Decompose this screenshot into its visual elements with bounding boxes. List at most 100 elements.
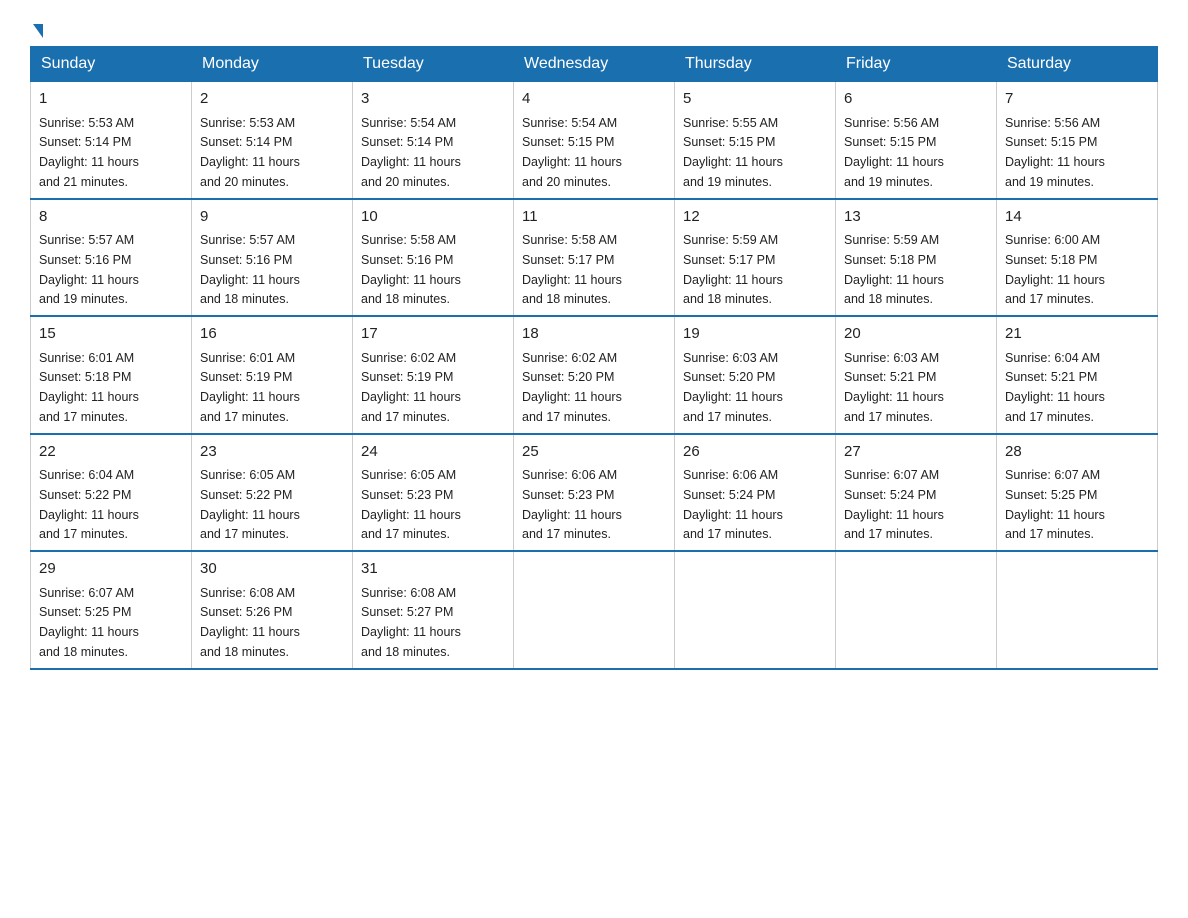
calendar-cell: 3 Sunrise: 5:54 AMSunset: 5:14 PMDayligh… bbox=[353, 82, 514, 199]
calendar-cell: 27 Sunrise: 6:07 AMSunset: 5:24 PMDaylig… bbox=[836, 434, 997, 552]
day-number: 5 bbox=[683, 88, 827, 111]
day-number: 9 bbox=[200, 206, 344, 229]
header-day-saturday: Saturday bbox=[997, 47, 1158, 82]
day-info: Sunrise: 5:58 AMSunset: 5:16 PMDaylight:… bbox=[361, 233, 461, 306]
day-info: Sunrise: 6:02 AMSunset: 5:20 PMDaylight:… bbox=[522, 351, 622, 424]
header-day-tuesday: Tuesday bbox=[353, 47, 514, 82]
week-row-4: 22 Sunrise: 6:04 AMSunset: 5:22 PMDaylig… bbox=[31, 434, 1158, 552]
calendar-cell: 11 Sunrise: 5:58 AMSunset: 5:17 PMDaylig… bbox=[514, 199, 675, 317]
day-number: 12 bbox=[683, 206, 827, 229]
calendar-cell: 19 Sunrise: 6:03 AMSunset: 5:20 PMDaylig… bbox=[675, 316, 836, 434]
day-number: 8 bbox=[39, 206, 183, 229]
day-number: 21 bbox=[1005, 323, 1149, 346]
calendar-cell: 25 Sunrise: 6:06 AMSunset: 5:23 PMDaylig… bbox=[514, 434, 675, 552]
day-info: Sunrise: 5:59 AMSunset: 5:18 PMDaylight:… bbox=[844, 233, 944, 306]
week-row-3: 15 Sunrise: 6:01 AMSunset: 5:18 PMDaylig… bbox=[31, 316, 1158, 434]
calendar-cell: 30 Sunrise: 6:08 AMSunset: 5:26 PMDaylig… bbox=[192, 551, 353, 669]
calendar-cell: 23 Sunrise: 6:05 AMSunset: 5:22 PMDaylig… bbox=[192, 434, 353, 552]
day-number: 19 bbox=[683, 323, 827, 346]
day-info: Sunrise: 6:01 AMSunset: 5:18 PMDaylight:… bbox=[39, 351, 139, 424]
day-info: Sunrise: 6:06 AMSunset: 5:24 PMDaylight:… bbox=[683, 468, 783, 541]
day-info: Sunrise: 6:05 AMSunset: 5:23 PMDaylight:… bbox=[361, 468, 461, 541]
day-info: Sunrise: 6:07 AMSunset: 5:24 PMDaylight:… bbox=[844, 468, 944, 541]
calendar-cell: 9 Sunrise: 5:57 AMSunset: 5:16 PMDayligh… bbox=[192, 199, 353, 317]
day-info: Sunrise: 5:54 AMSunset: 5:15 PMDaylight:… bbox=[522, 116, 622, 189]
calendar-cell: 26 Sunrise: 6:06 AMSunset: 5:24 PMDaylig… bbox=[675, 434, 836, 552]
calendar-cell: 31 Sunrise: 6:08 AMSunset: 5:27 PMDaylig… bbox=[353, 551, 514, 669]
day-info: Sunrise: 5:53 AMSunset: 5:14 PMDaylight:… bbox=[39, 116, 139, 189]
day-number: 29 bbox=[39, 558, 183, 581]
day-info: Sunrise: 5:58 AMSunset: 5:17 PMDaylight:… bbox=[522, 233, 622, 306]
day-number: 1 bbox=[39, 88, 183, 111]
calendar-cell: 6 Sunrise: 5:56 AMSunset: 5:15 PMDayligh… bbox=[836, 82, 997, 199]
header-day-friday: Friday bbox=[836, 47, 997, 82]
day-number: 3 bbox=[361, 88, 505, 111]
calendar-cell: 22 Sunrise: 6:04 AMSunset: 5:22 PMDaylig… bbox=[31, 434, 192, 552]
calendar-cell: 17 Sunrise: 6:02 AMSunset: 5:19 PMDaylig… bbox=[353, 316, 514, 434]
calendar-cell: 15 Sunrise: 6:01 AMSunset: 5:18 PMDaylig… bbox=[31, 316, 192, 434]
day-info: Sunrise: 5:59 AMSunset: 5:17 PMDaylight:… bbox=[683, 233, 783, 306]
calendar-cell: 21 Sunrise: 6:04 AMSunset: 5:21 PMDaylig… bbox=[997, 316, 1158, 434]
calendar-cell: 29 Sunrise: 6:07 AMSunset: 5:25 PMDaylig… bbox=[31, 551, 192, 669]
day-info: Sunrise: 5:56 AMSunset: 5:15 PMDaylight:… bbox=[1005, 116, 1105, 189]
day-info: Sunrise: 5:53 AMSunset: 5:14 PMDaylight:… bbox=[200, 116, 300, 189]
day-info: Sunrise: 6:07 AMSunset: 5:25 PMDaylight:… bbox=[39, 586, 139, 659]
calendar-cell bbox=[997, 551, 1158, 669]
calendar-cell: 4 Sunrise: 5:54 AMSunset: 5:15 PMDayligh… bbox=[514, 82, 675, 199]
day-info: Sunrise: 5:55 AMSunset: 5:15 PMDaylight:… bbox=[683, 116, 783, 189]
day-info: Sunrise: 5:56 AMSunset: 5:15 PMDaylight:… bbox=[844, 116, 944, 189]
calendar-body: 1 Sunrise: 5:53 AMSunset: 5:14 PMDayligh… bbox=[31, 82, 1158, 669]
day-number: 18 bbox=[522, 323, 666, 346]
day-info: Sunrise: 5:57 AMSunset: 5:16 PMDaylight:… bbox=[200, 233, 300, 306]
day-info: Sunrise: 6:06 AMSunset: 5:23 PMDaylight:… bbox=[522, 468, 622, 541]
calendar-cell: 24 Sunrise: 6:05 AMSunset: 5:23 PMDaylig… bbox=[353, 434, 514, 552]
calendar-cell: 7 Sunrise: 5:56 AMSunset: 5:15 PMDayligh… bbox=[997, 82, 1158, 199]
day-number: 11 bbox=[522, 206, 666, 229]
calendar-cell: 5 Sunrise: 5:55 AMSunset: 5:15 PMDayligh… bbox=[675, 82, 836, 199]
day-info: Sunrise: 6:08 AMSunset: 5:27 PMDaylight:… bbox=[361, 586, 461, 659]
day-number: 28 bbox=[1005, 441, 1149, 464]
day-info: Sunrise: 5:57 AMSunset: 5:16 PMDaylight:… bbox=[39, 233, 139, 306]
header-day-monday: Monday bbox=[192, 47, 353, 82]
calendar-cell: 12 Sunrise: 5:59 AMSunset: 5:17 PMDaylig… bbox=[675, 199, 836, 317]
day-number: 16 bbox=[200, 323, 344, 346]
day-number: 4 bbox=[522, 88, 666, 111]
day-info: Sunrise: 6:01 AMSunset: 5:19 PMDaylight:… bbox=[200, 351, 300, 424]
day-number: 10 bbox=[361, 206, 505, 229]
calendar-cell bbox=[836, 551, 997, 669]
day-number: 6 bbox=[844, 88, 988, 111]
day-number: 25 bbox=[522, 441, 666, 464]
day-number: 27 bbox=[844, 441, 988, 464]
calendar-cell: 1 Sunrise: 5:53 AMSunset: 5:14 PMDayligh… bbox=[31, 82, 192, 199]
day-info: Sunrise: 6:03 AMSunset: 5:20 PMDaylight:… bbox=[683, 351, 783, 424]
calendar-cell: 18 Sunrise: 6:02 AMSunset: 5:20 PMDaylig… bbox=[514, 316, 675, 434]
day-number: 15 bbox=[39, 323, 183, 346]
day-number: 23 bbox=[200, 441, 344, 464]
calendar-cell: 13 Sunrise: 5:59 AMSunset: 5:18 PMDaylig… bbox=[836, 199, 997, 317]
header-row: SundayMondayTuesdayWednesdayThursdayFrid… bbox=[31, 47, 1158, 82]
day-info: Sunrise: 6:00 AMSunset: 5:18 PMDaylight:… bbox=[1005, 233, 1105, 306]
day-info: Sunrise: 5:54 AMSunset: 5:14 PMDaylight:… bbox=[361, 116, 461, 189]
day-info: Sunrise: 6:07 AMSunset: 5:25 PMDaylight:… bbox=[1005, 468, 1105, 541]
day-info: Sunrise: 6:08 AMSunset: 5:26 PMDaylight:… bbox=[200, 586, 300, 659]
calendar-cell: 2 Sunrise: 5:53 AMSunset: 5:14 PMDayligh… bbox=[192, 82, 353, 199]
calendar-table: SundayMondayTuesdayWednesdayThursdayFrid… bbox=[30, 46, 1158, 670]
calendar-header: SundayMondayTuesdayWednesdayThursdayFrid… bbox=[31, 47, 1158, 82]
day-number: 31 bbox=[361, 558, 505, 581]
week-row-2: 8 Sunrise: 5:57 AMSunset: 5:16 PMDayligh… bbox=[31, 199, 1158, 317]
day-number: 30 bbox=[200, 558, 344, 581]
header-day-thursday: Thursday bbox=[675, 47, 836, 82]
calendar-cell: 20 Sunrise: 6:03 AMSunset: 5:21 PMDaylig… bbox=[836, 316, 997, 434]
day-number: 26 bbox=[683, 441, 827, 464]
calendar-cell: 8 Sunrise: 5:57 AMSunset: 5:16 PMDayligh… bbox=[31, 199, 192, 317]
calendar-cell: 28 Sunrise: 6:07 AMSunset: 5:25 PMDaylig… bbox=[997, 434, 1158, 552]
day-number: 20 bbox=[844, 323, 988, 346]
calendar-cell bbox=[675, 551, 836, 669]
week-row-1: 1 Sunrise: 5:53 AMSunset: 5:14 PMDayligh… bbox=[31, 82, 1158, 199]
week-row-5: 29 Sunrise: 6:07 AMSunset: 5:25 PMDaylig… bbox=[31, 551, 1158, 669]
header bbox=[30, 20, 1158, 36]
calendar-cell: 16 Sunrise: 6:01 AMSunset: 5:19 PMDaylig… bbox=[192, 316, 353, 434]
day-info: Sunrise: 6:04 AMSunset: 5:21 PMDaylight:… bbox=[1005, 351, 1105, 424]
day-number: 14 bbox=[1005, 206, 1149, 229]
day-info: Sunrise: 6:02 AMSunset: 5:19 PMDaylight:… bbox=[361, 351, 461, 424]
